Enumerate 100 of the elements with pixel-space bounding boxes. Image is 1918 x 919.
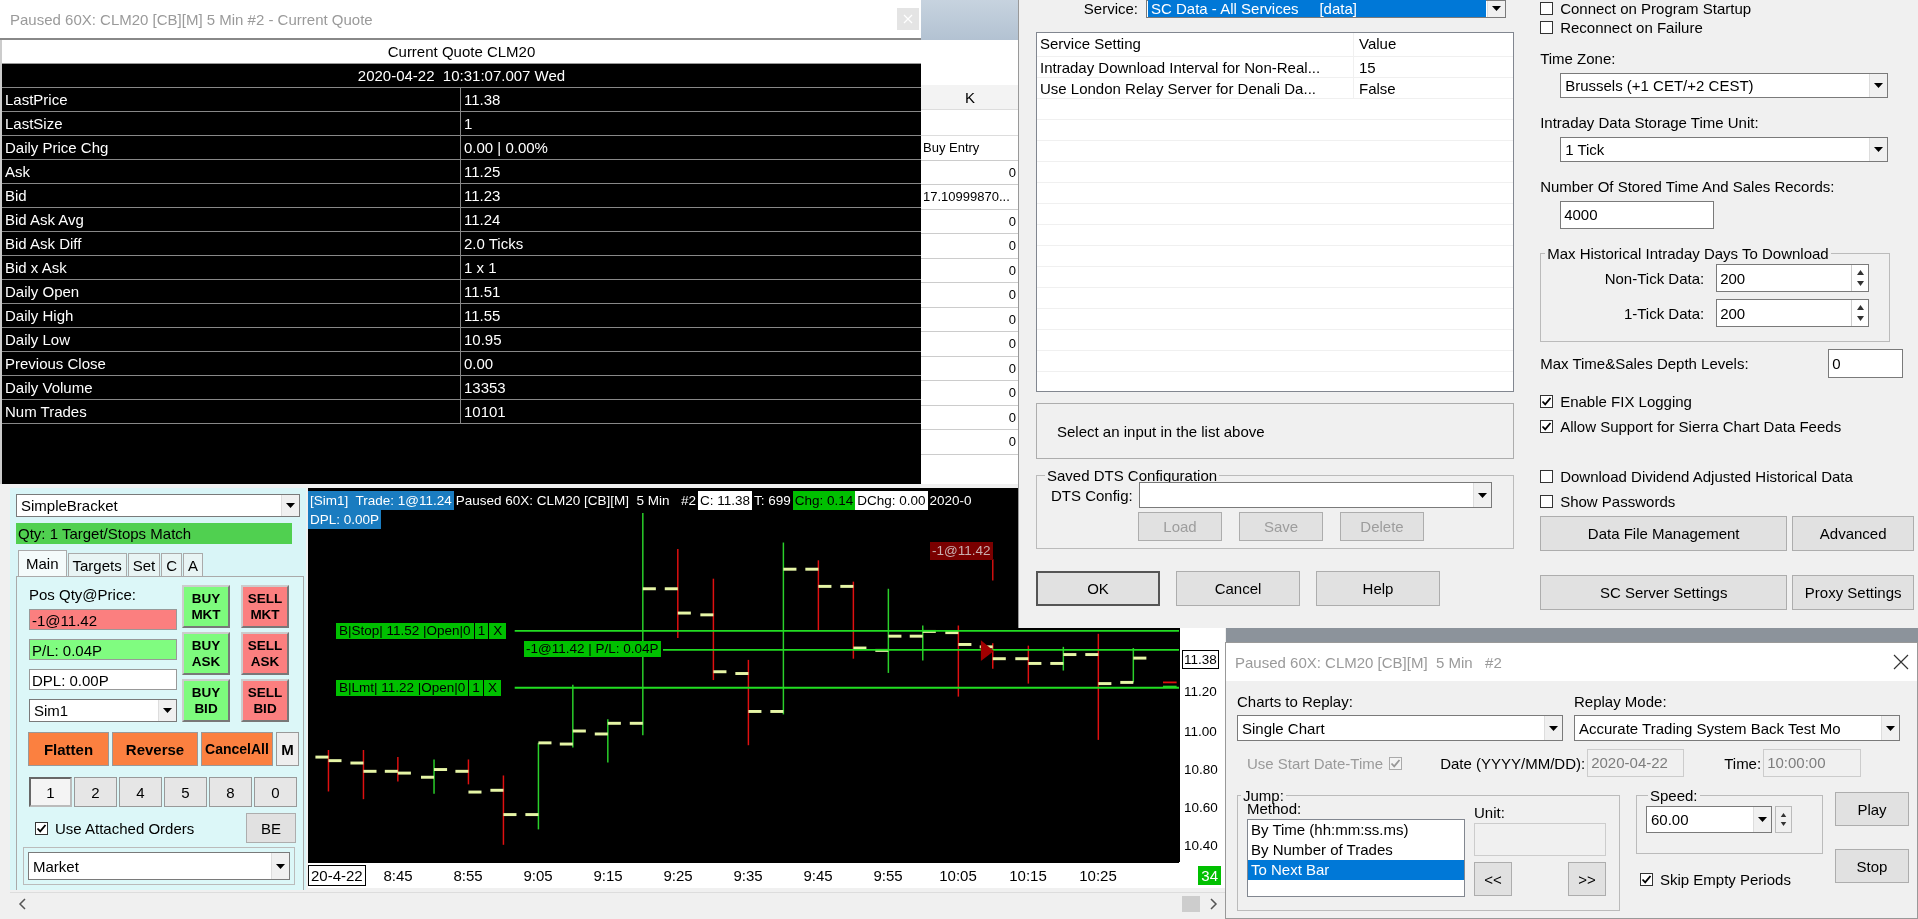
- dialog-button[interactable]: OK: [1036, 571, 1160, 606]
- settings-button[interactable]: Data File Management: [1540, 516, 1788, 551]
- caret-icon[interactable]: [1549, 725, 1558, 731]
- checkbox[interactable]: [1540, 470, 1554, 483]
- records-field[interactable]: 4000: [1560, 201, 1715, 229]
- order-button[interactable]: SELL MKT: [241, 585, 289, 628]
- order-button[interactable]: BUY BID: [182, 679, 230, 722]
- table-cell[interactable]: 15: [1354, 57, 1513, 78]
- speed-spinner[interactable]: [1775, 806, 1792, 833]
- scroll-left-icon[interactable]: [18, 898, 26, 910]
- play-button[interactable]: Play: [1835, 792, 1909, 826]
- table-cell: 10.95: [461, 328, 921, 352]
- checkbox[interactable]: [1640, 873, 1653, 886]
- days-field[interactable]: 200: [1716, 299, 1870, 327]
- quantity-button[interactable]: 4: [119, 777, 162, 807]
- time-field[interactable]: 10:00:00: [1763, 749, 1862, 777]
- stop-button[interactable]: Stop: [1835, 849, 1909, 883]
- order-line[interactable]: [513, 686, 1179, 689]
- spin-down-icon[interactable]: [1855, 316, 1865, 321]
- quantity-button[interactable]: 2: [74, 777, 117, 807]
- settings-button[interactable]: Proxy Settings: [1792, 575, 1915, 610]
- dialog-button[interactable]: Help: [1316, 571, 1440, 606]
- caret-icon[interactable]: [1874, 83, 1884, 88]
- spin-up-icon[interactable]: [1855, 305, 1865, 310]
- table-cell[interactable]: Intraday Download Interval for Non-Real...: [1037, 57, 1354, 78]
- order-button[interactable]: SELL ASK: [241, 632, 289, 675]
- dts-config-dropdown[interactable]: [1139, 482, 1492, 508]
- caret-icon[interactable]: [1478, 492, 1487, 498]
- list-item[interactable]: To Next Bar: [1248, 860, 1464, 880]
- strategy-dropdown[interactable]: SimpleBracket: [16, 494, 300, 517]
- tab[interactable]: Targets: [67, 553, 127, 576]
- order-label[interactable]: B|Lmt| 11.22 |Open|0: [336, 679, 469, 696]
- account-dropdown[interactable]: Sim1: [29, 699, 177, 722]
- charts-dropdown[interactable]: Single Chart: [1237, 715, 1563, 741]
- checkbox[interactable]: [1540, 2, 1554, 15]
- cancel-order-button[interactable]: X: [483, 679, 501, 696]
- column-header[interactable]: Value: [1354, 33, 1513, 57]
- scroll-thumb[interactable]: [1182, 896, 1200, 912]
- list-item[interactable]: By Time (hh:mm:ss.ms): [1248, 820, 1464, 840]
- replay-mode-dropdown[interactable]: Accurate Trading System Back Test Mo: [1574, 715, 1900, 741]
- breakeven-button[interactable]: BE: [246, 813, 296, 843]
- action-button[interactable]: CancelAll: [201, 732, 273, 766]
- speed-dropdown[interactable]: 60.00: [1646, 806, 1772, 833]
- order-quantity[interactable]: 1: [474, 622, 489, 639]
- quantity-button[interactable]: 1: [29, 777, 72, 807]
- table-cell[interactable]: Use London Relay Server for Denali Da...: [1037, 78, 1354, 99]
- scroll-right-icon[interactable]: [1210, 898, 1218, 910]
- tab[interactable]: Main: [18, 550, 67, 576]
- order-button[interactable]: BUY ASK: [182, 632, 230, 675]
- checkbox[interactable]: [35, 821, 48, 835]
- tab[interactable]: C: [161, 553, 183, 576]
- time-zone-dropdown[interactable]: Brussels (+1 CET/+2 CEST): [1560, 73, 1889, 98]
- spin-up-icon[interactable]: [1780, 813, 1787, 817]
- table-cell[interactable]: False: [1354, 78, 1513, 99]
- unit-field[interactable]: [1474, 823, 1606, 856]
- storage-unit-dropdown[interactable]: 1 Tick: [1560, 137, 1889, 162]
- field-label: Date (YYYY/MM/DD):: [1440, 754, 1586, 772]
- spin-down-icon[interactable]: [1780, 822, 1787, 826]
- depth-levels-field[interactable]: 0: [1828, 349, 1904, 378]
- order-button[interactable]: SELL BID: [241, 679, 289, 722]
- action-button[interactable]: M: [276, 732, 299, 766]
- settings-button[interactable]: Advanced: [1792, 516, 1915, 551]
- field-label: Max Time&Sales Depth Levels:: [1540, 355, 1749, 372]
- quantity-button[interactable]: 0: [254, 777, 297, 807]
- caret-icon[interactable]: [1874, 147, 1884, 152]
- tab[interactable]: A: [183, 553, 204, 576]
- previous-button[interactable]: <<: [1474, 862, 1512, 896]
- checkbox[interactable]: [1540, 420, 1554, 433]
- order-label[interactable]: B|Stop| 11.52 |Open|0: [336, 622, 474, 639]
- action-button[interactable]: Flatten: [28, 732, 109, 766]
- caret-icon[interactable]: [163, 708, 172, 713]
- quantity-button[interactable]: 5: [164, 777, 207, 807]
- days-field[interactable]: 200: [1716, 264, 1870, 292]
- order-type-dropdown[interactable]: Market: [28, 852, 290, 880]
- order-line[interactable]: [513, 629, 1179, 632]
- tab[interactable]: Set: [127, 553, 161, 576]
- dialog-button[interactable]: Cancel: [1176, 571, 1300, 606]
- checkbox[interactable]: [1540, 495, 1554, 508]
- checkbox[interactable]: [1540, 395, 1554, 408]
- list-item[interactable]: By Number of Trades: [1248, 840, 1464, 860]
- date-field[interactable]: 2020-04-22: [1587, 749, 1685, 777]
- settings-button[interactable]: SC Server Settings: [1540, 575, 1788, 610]
- service-dropdown[interactable]: SC Data - All Services [data]: [1146, 0, 1506, 18]
- cancel-order-button[interactable]: X: [489, 622, 507, 639]
- close-icon[interactable]: [1893, 654, 1909, 670]
- order-button[interactable]: BUY MKT: [182, 585, 230, 628]
- field-label: Time:: [1724, 754, 1762, 772]
- caret-icon[interactable]: [1886, 725, 1895, 731]
- checkbox[interactable]: [1540, 21, 1554, 34]
- spin-down-icon[interactable]: [1855, 281, 1865, 286]
- order-quantity[interactable]: 1: [469, 679, 483, 696]
- caret-icon[interactable]: [1492, 6, 1501, 11]
- caret-icon[interactable]: [286, 503, 295, 508]
- action-button[interactable]: Reverse: [112, 732, 198, 766]
- next-button[interactable]: >>: [1568, 862, 1606, 896]
- quantity-button[interactable]: 8: [209, 777, 252, 807]
- spin-up-icon[interactable]: [1855, 270, 1865, 275]
- column-header[interactable]: Service Setting: [1037, 33, 1354, 57]
- caret-icon[interactable]: [1758, 817, 1767, 822]
- caret-icon[interactable]: [276, 863, 285, 869]
